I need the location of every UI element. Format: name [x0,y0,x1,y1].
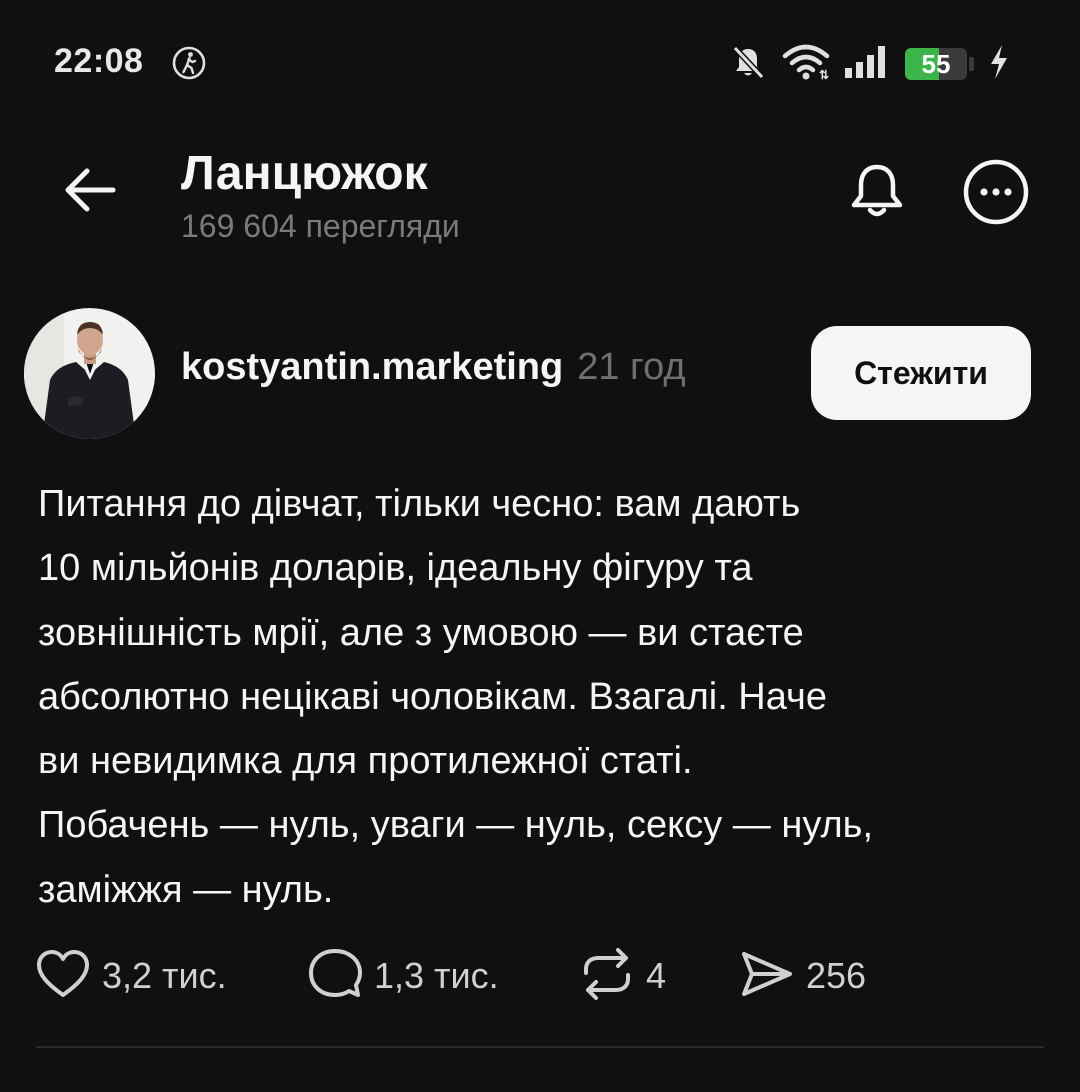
more-icon [962,158,1030,231]
status-time: 22:08 [54,42,144,80]
post-text-line: абсолютно нецікаві чоловікам. Взагалі. Н… [38,675,827,718]
notifications-button[interactable] [842,158,912,228]
battery-level: 55 [921,48,951,79]
mute-bell-icon [729,43,767,86]
back-arrow-icon [63,167,117,218]
comment-bubble-icon [308,947,362,1006]
avatar[interactable] [24,308,155,439]
comment-button[interactable]: 1,3 тис. [308,940,499,1012]
post-text-line: Побачень — нуль, уваги — нуль, сексу — н… [38,804,874,847]
battery-cap [969,57,974,71]
post-timestamp: 21 год [577,346,686,388]
header-titles: Ланцюжок 169 604 перегляди [181,146,460,248]
walking-figure-icon [172,46,206,80]
page-title: Ланцюжок [181,147,428,200]
comment-count: 1,3 тис. [374,955,499,996]
follow-button[interactable]: Стежити [811,326,1031,420]
author-username[interactable]: kostyantin.marketing [181,346,563,389]
post-text-line: зовнішність мрії, але з умовою — ви стає… [38,611,804,654]
send-icon [740,949,794,1004]
post-text-line: 10 мільйонів доларів, ідеальну фігуру та [38,547,753,590]
like-button[interactable]: 3,2 тис. [36,940,227,1012]
post-text-line: Питання до дівчат, тільки чесно: вам даю… [38,483,801,525]
wifi-icon: ⇅ [781,43,831,86]
heart-icon [36,949,90,1004]
svg-text:⇅: ⇅ [819,68,829,81]
back-button[interactable] [58,160,122,224]
cellular-signal-icon [845,44,891,85]
more-options-button[interactable] [960,158,1032,230]
post-text: Питання до дівчат, тільки чесно: вам даю… [38,472,1048,922]
divider [36,1046,1044,1048]
repost-count: 4 [646,955,667,996]
post-actions: 3,2 тис. 1,3 тис. 4 256 [0,940,1080,1012]
battery-icon: 55 [905,48,967,80]
post-text-line: заміжжя — нуль. [38,868,334,911]
share-button[interactable]: 256 [740,940,866,1012]
status-icons: ⇅ 55 [729,40,1010,88]
view-count: 169 604 перегляди [181,208,460,244]
repost-button[interactable]: 4 [580,940,666,1012]
post-text-line: ви невидимка для протилежної статі. [38,740,693,783]
bell-icon [846,160,908,227]
screen: 22:08 ⇅ 55 Ланцюжок 169 604 перегляди ko… [0,0,1080,1092]
thread-header: Ланцюжок 169 604 перегляди [0,130,1080,270]
author-row: kostyantin.marketing 21 год [181,346,686,402]
status-bar: 22:08 ⇅ 55 [0,0,1080,130]
charging-bolt-icon [988,43,1010,86]
like-count: 3,2 тис. [102,955,227,996]
share-count: 256 [806,955,867,996]
repost-icon [580,947,634,1006]
